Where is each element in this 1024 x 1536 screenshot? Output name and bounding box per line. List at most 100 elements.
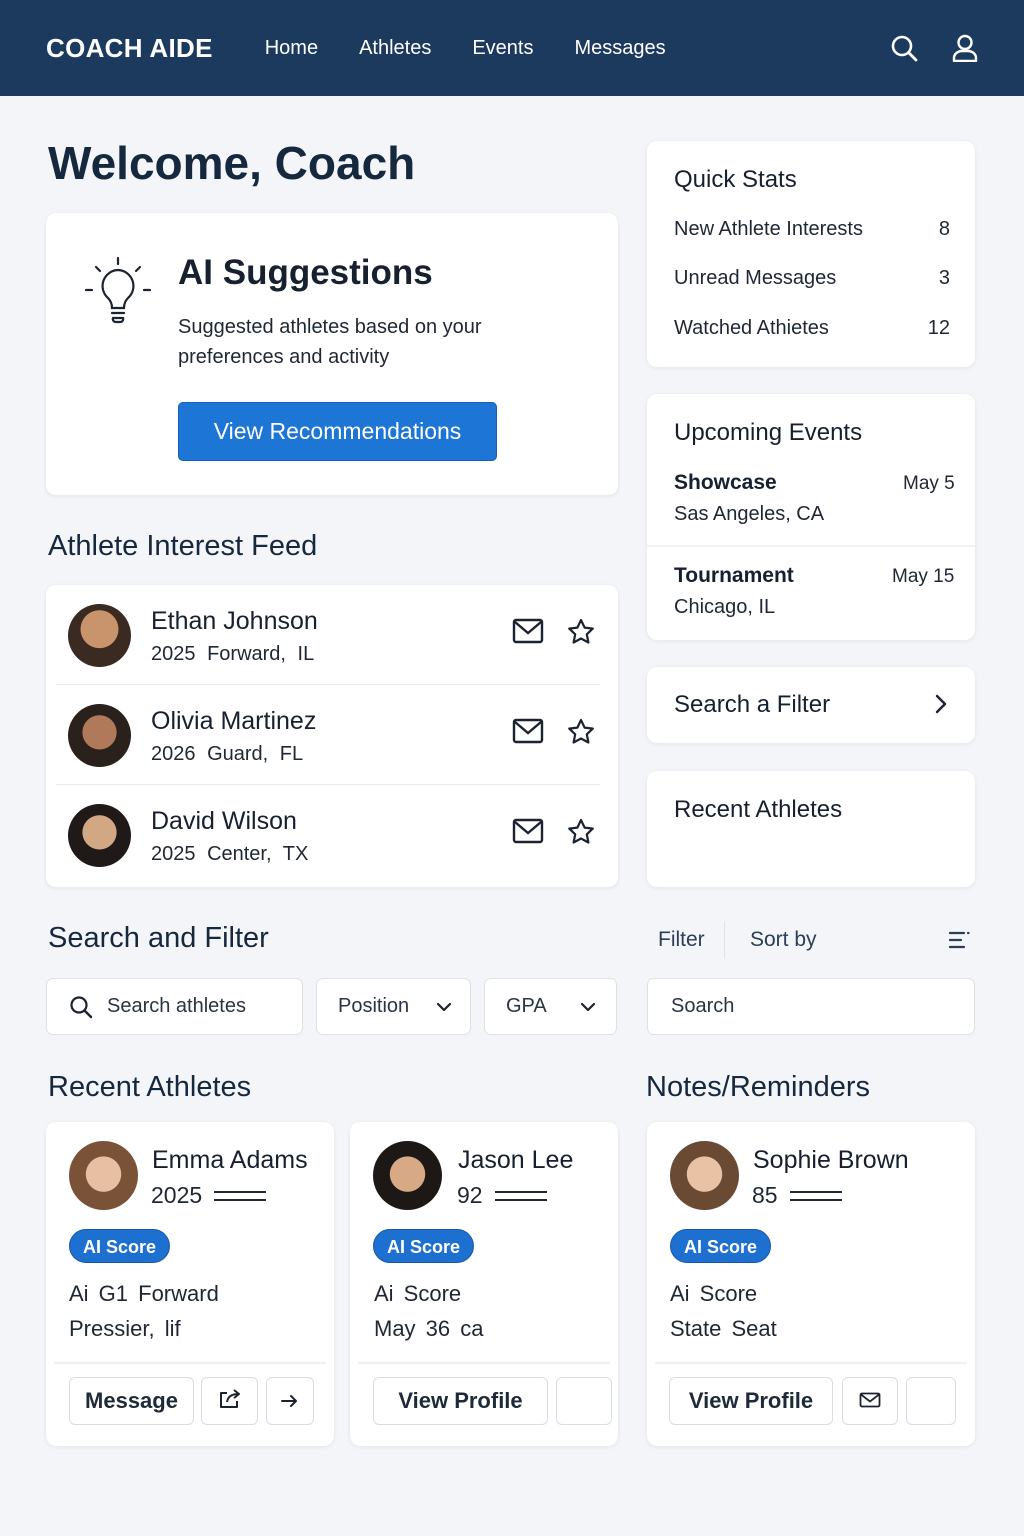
athlete-name[interactable]: Jason Lee [458, 1146, 573, 1175]
athlete-name: David Wilson [151, 807, 297, 835]
search-filter-title: Search and Filter [48, 922, 269, 954]
share-icon [218, 1387, 242, 1415]
gpa-select-label: GPA [506, 995, 547, 1017]
mail-icon [859, 1388, 881, 1414]
athlete-avatar [68, 804, 131, 867]
open-button[interactable] [266, 1377, 314, 1425]
nav-messages[interactable]: Messages [575, 37, 666, 60]
event-location: Chicago, IL [674, 596, 776, 618]
menu-lines-icon[interactable] [948, 930, 970, 955]
divider [724, 921, 725, 959]
athlete-card: Jason Lee 92 AI Score Ai Score May 36 ca… [350, 1122, 618, 1446]
athlete-avatar [69, 1141, 138, 1210]
upcoming-events-title: Upcoming Events [674, 419, 863, 446]
position-select[interactable]: Position [316, 978, 471, 1035]
nav-athletes[interactable]: Athletes [359, 37, 431, 60]
event-date: May 15 [892, 566, 955, 587]
chevron-down-icon [436, 995, 452, 1018]
divider [54, 1362, 326, 1364]
ai-suggestions-description: Suggested athletes based on your prefere… [178, 316, 482, 368]
stat-value: 3 [938, 267, 950, 289]
athlete-name: Olivia Martinez [151, 707, 317, 735]
event-location: Sas Angeles, CA [674, 503, 825, 525]
stat-label: Unread Messages [674, 267, 837, 289]
feed-item[interactable]: David Wilson 2025 Center, TX [46, 785, 618, 885]
star-icon[interactable] [567, 618, 595, 651]
athlete-subtitle: 2025 [151, 1182, 267, 1209]
page-title: Welcome, Coach [48, 137, 416, 189]
event-name[interactable]: Tournament [674, 564, 794, 588]
divider [358, 1362, 610, 1364]
more-button[interactable] [556, 1377, 612, 1425]
stat-value: 12 [927, 317, 950, 339]
athlete-avatar [68, 604, 131, 667]
athlete-detail: Ai Score [374, 1281, 462, 1306]
recent-athletes-panel: Recent Athletes [647, 771, 975, 887]
athlete-subtitle: 85 [752, 1182, 842, 1209]
secondary-search-label: Soarch [671, 995, 735, 1017]
search-filter-link-card[interactable]: Search a Filter [647, 667, 975, 743]
top-navigation-bar: COACH AIDE Home Athletes Events Messages [0, 0, 1024, 96]
athlete-avatar [373, 1141, 442, 1210]
lightbulb-icon [84, 256, 152, 331]
placeholder-lines [214, 1190, 267, 1201]
athlete-interest-feed: Ethan Johnson 2025 Forward, IL Olivia Ma… [46, 585, 618, 887]
recent-athletes-panel-title: Recent Athletes [674, 796, 843, 823]
sort-by-link[interactable]: Sort by [750, 928, 817, 952]
athlete-avatar [670, 1141, 739, 1210]
share-button[interactable] [201, 1377, 258, 1425]
star-icon[interactable] [567, 718, 595, 751]
nav-home[interactable]: Home [265, 37, 318, 60]
athlete-detail: Ai Score [670, 1281, 758, 1306]
stat-row[interactable]: Unread Messages 3 [674, 267, 950, 290]
mail-button[interactable] [842, 1377, 898, 1425]
more-button[interactable] [906, 1377, 956, 1425]
filter-link[interactable]: Filter [658, 928, 705, 952]
stat-label: Watched Athietes [674, 317, 829, 339]
search-icon[interactable] [890, 34, 918, 62]
ai-score-badge: AI Score [373, 1229, 475, 1263]
athlete-meta: 2026 Guard, FL [151, 743, 304, 765]
recent-athletes-title: Recent Athletes [48, 1071, 252, 1103]
athlete-detail: State Seat [670, 1316, 777, 1341]
placeholder-lines [789, 1190, 842, 1201]
quick-stats-title: Quick Stats [674, 166, 797, 193]
chevron-right-icon [934, 694, 948, 719]
view-recommendations-button[interactable]: View Recommendations [178, 402, 497, 461]
divider [647, 545, 975, 547]
arrow-right-icon [281, 1388, 299, 1414]
mail-icon[interactable] [512, 718, 544, 749]
upcoming-events-card: Upcoming Events Showcase May 5 Sas Angel… [647, 394, 975, 640]
stat-value: 8 [938, 218, 950, 240]
placeholder-lines [494, 1190, 547, 1201]
ai-score-badge: AI Score [69, 1229, 171, 1263]
ai-score-badge: AI Score [670, 1229, 772, 1263]
view-profile-button[interactable]: View Profile [669, 1377, 833, 1425]
mail-icon[interactable] [512, 818, 544, 849]
stat-label: New Athlete Interests [674, 218, 863, 240]
event-name[interactable]: Showcase [674, 471, 777, 495]
stat-row[interactable]: New Athlete Interests 8 [674, 218, 950, 241]
mail-icon[interactable] [512, 618, 544, 649]
athlete-avatar [68, 704, 131, 767]
message-button[interactable]: Message [69, 1377, 194, 1425]
feed-item[interactable]: Olivia Martinez 2026 Guard, FL [46, 685, 618, 785]
quick-stats-card: Quick Stats New Athlete Interests 8 Unre… [647, 141, 975, 367]
feed-item[interactable]: Ethan Johnson 2025 Forward, IL [46, 585, 618, 685]
user-icon[interactable] [952, 34, 978, 62]
athlete-name: Ethan Johnson [151, 607, 318, 635]
search-filter-link-label: Search a Filter [674, 691, 831, 718]
app-logo[interactable]: COACH AIDE [46, 33, 213, 64]
chevron-down-icon [580, 995, 596, 1018]
secondary-search-input[interactable]: Soarch [647, 978, 975, 1035]
athlete-detail: Ai G1 Forward [69, 1281, 219, 1306]
header-actions [890, 34, 978, 62]
star-icon[interactable] [567, 818, 595, 851]
athlete-name[interactable]: Sophie Brown [753, 1146, 909, 1175]
gpa-select[interactable]: GPA [484, 978, 617, 1035]
view-profile-button[interactable]: View Profile [373, 1377, 548, 1425]
stat-row[interactable]: Watched Athietes 12 [674, 317, 950, 340]
search-athletes-input[interactable]: Search athletes [46, 978, 303, 1035]
athlete-name[interactable]: Emma Adams [152, 1146, 308, 1175]
nav-events[interactable]: Events [472, 37, 533, 60]
